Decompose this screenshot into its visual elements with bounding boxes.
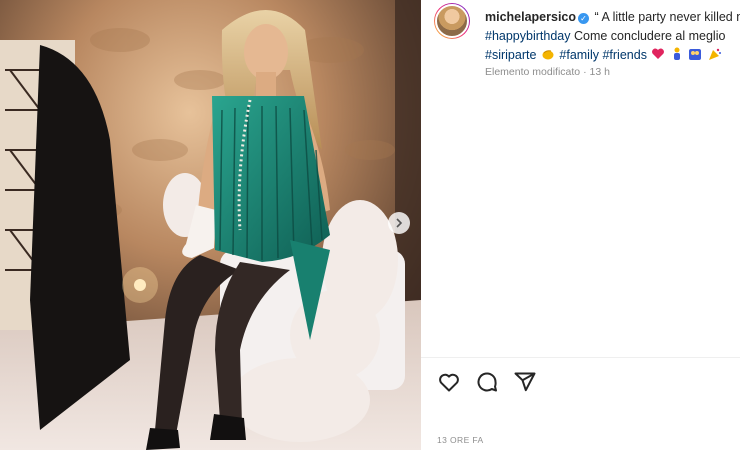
chevron-right-icon <box>394 218 404 228</box>
caption-text-middle: Come concludere al meglio <box>573 29 726 43</box>
people-emoji-icon <box>671 47 683 67</box>
family-emoji-icon <box>688 47 702 67</box>
caption-line-2: #happybirthday Come concludere al meglio <box>485 27 740 46</box>
divider <box>421 357 740 358</box>
caption-line-1: michelapersico ✓ “ A little party never k… <box>485 8 740 27</box>
edited-time[interactable]: 13 h <box>589 66 609 78</box>
post-sidebar: michelapersico ✓ “ A little party never k… <box>421 0 740 450</box>
hashtag-link[interactable]: #siriparte <box>485 48 536 62</box>
username-link[interactable]: michelapersico <box>485 10 576 24</box>
post-caption: michelapersico ✓ “ A little party never k… <box>485 8 740 67</box>
avatar-image <box>435 4 469 38</box>
edited-label: Elemento modificato <box>485 66 581 78</box>
party-popper-emoji-icon <box>708 47 722 67</box>
post-photo[interactable] <box>0 0 421 450</box>
comment-bubble-icon[interactable] <box>475 370 499 394</box>
caption-line-3: #siriparte #family #friends <box>485 46 740 67</box>
red-heart-emoji-icon <box>651 47 665 67</box>
caption-text-start: “ A little party never killed nobody” <box>594 10 740 24</box>
hashtag-link[interactable]: #friends <box>602 48 646 62</box>
paper-plane-icon[interactable] <box>513 370 537 394</box>
edited-separator: · <box>583 66 587 78</box>
hashtag-link[interactable]: #family <box>559 48 599 62</box>
post-timestamp[interactable]: 13 ORE FA <box>437 435 484 445</box>
action-bar <box>437 370 537 394</box>
edited-meta: Elemento modificato · 13 h <box>485 66 610 78</box>
photo-illustration <box>0 0 421 450</box>
clapping-hands-emoji-icon <box>541 47 555 67</box>
hashtag-link[interactable]: #happybirthday <box>485 29 570 43</box>
verified-badge-icon: ✓ <box>578 13 590 24</box>
heart-outline-icon[interactable] <box>437 370 461 394</box>
carousel-next-button[interactable] <box>388 212 410 234</box>
avatar[interactable] <box>434 3 470 39</box>
